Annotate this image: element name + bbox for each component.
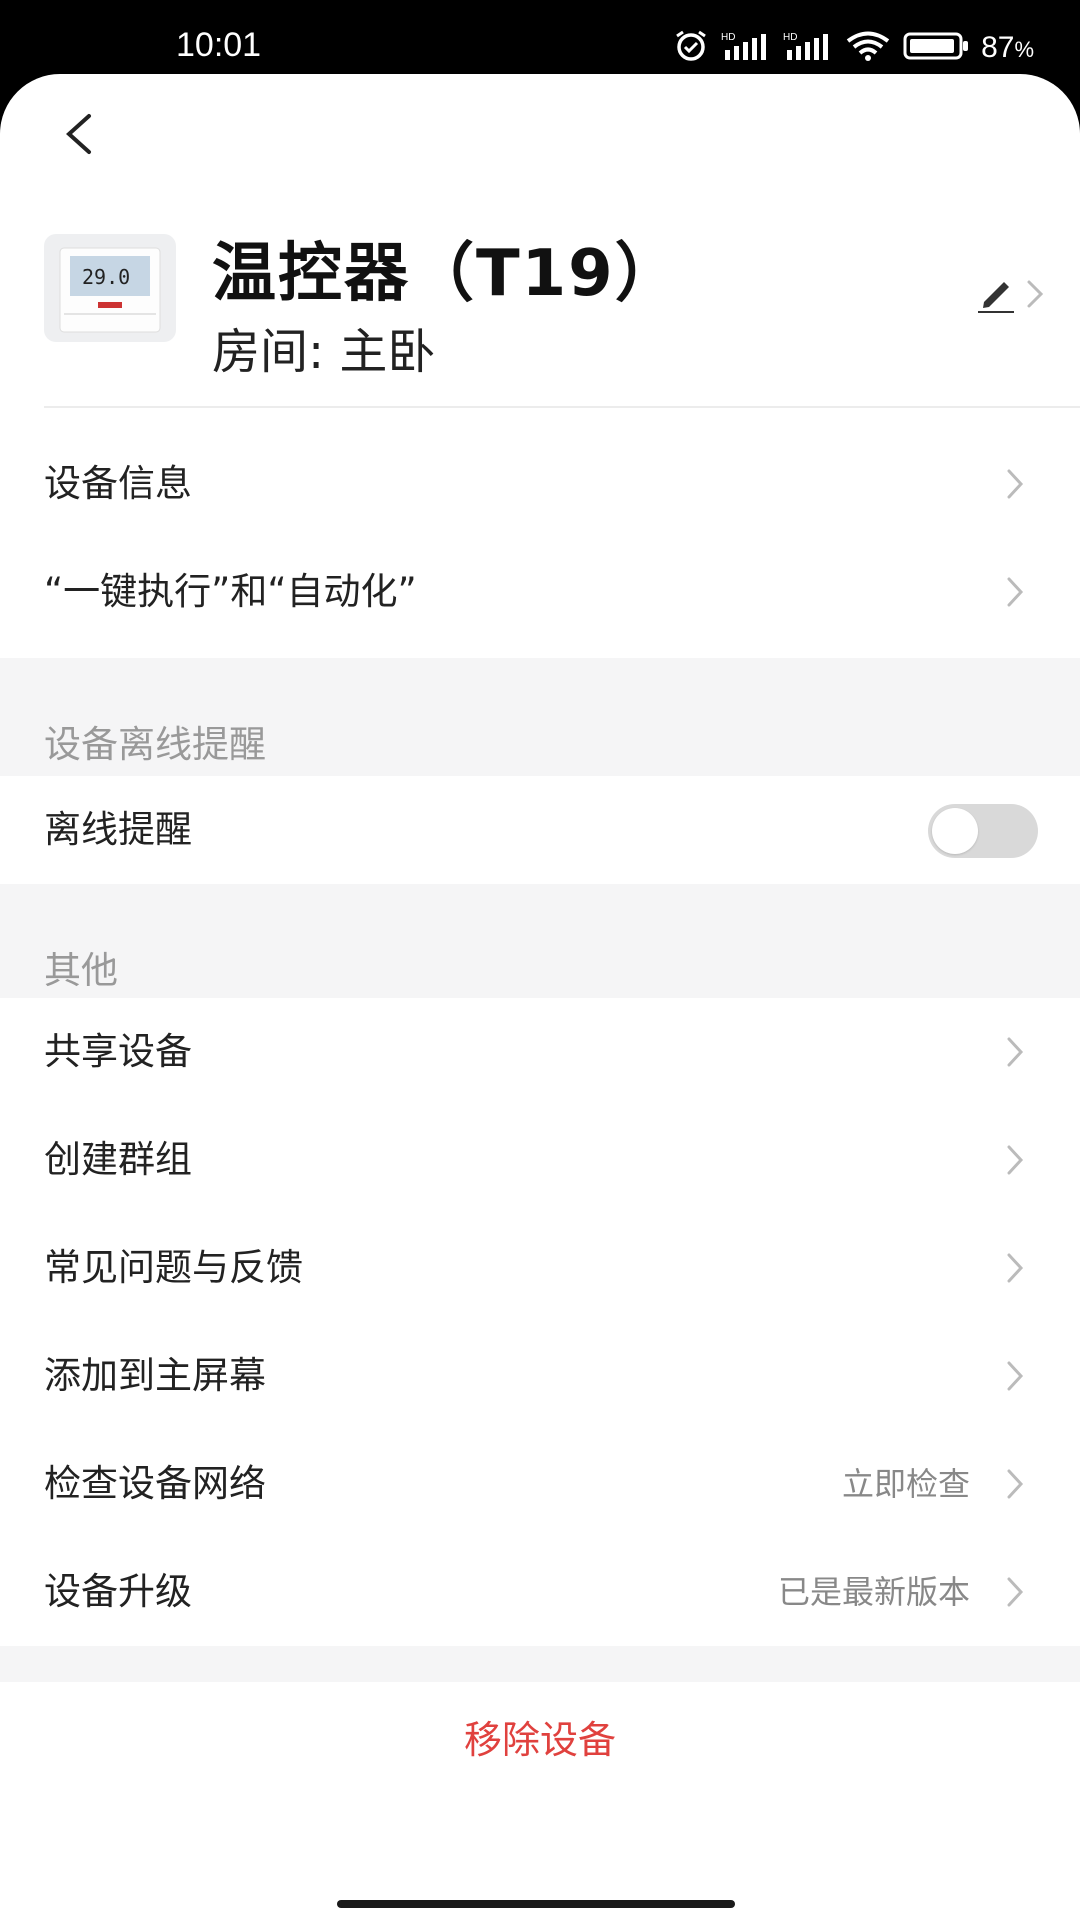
row-check-network[interactable]: 检查设备网络 立即检查	[0, 1430, 1080, 1538]
device-thumbnail: 29.0	[44, 234, 176, 342]
row-label: 设备升级	[44, 1570, 192, 1613]
edit-device-button[interactable]	[976, 274, 1044, 318]
section-title: 其他	[44, 949, 118, 992]
chevron-right-icon	[1006, 1576, 1024, 1612]
row-value: 已是最新版本	[777, 1573, 970, 1611]
battery-percent: 87%	[981, 31, 1034, 64]
row-label: 添加到主屏幕	[44, 1354, 266, 1397]
row-create-group[interactable]: 创建群组	[0, 1106, 1080, 1214]
chevron-right-icon	[1006, 1252, 1024, 1288]
row-label: 设备信息	[44, 462, 192, 505]
section-title: 设备离线提醒	[44, 723, 266, 766]
section-offline-header: 设备离线提醒	[0, 658, 1080, 776]
home-indicator[interactable]	[337, 1900, 735, 1908]
row-label: “一键执行”和“自动化”	[44, 570, 417, 613]
row-firmware-upgrade[interactable]: 设备升级 已是最新版本	[0, 1538, 1080, 1646]
battery-icon	[903, 31, 969, 65]
svg-text:HD: HD	[783, 32, 797, 43]
chevron-right-icon	[1026, 279, 1044, 313]
section-other-header: 其他	[0, 884, 1080, 998]
remove-device-button[interactable]: 移除设备	[0, 1690, 1080, 1790]
divider	[44, 406, 1080, 408]
chevron-right-icon	[1006, 1468, 1024, 1504]
svg-text:HD: HD	[721, 32, 735, 43]
chevron-right-icon	[1006, 576, 1024, 612]
section-gap	[0, 1646, 1080, 1682]
row-add-to-home[interactable]: 添加到主屏幕	[0, 1322, 1080, 1430]
row-label: 创建群组	[44, 1138, 192, 1181]
device-name: 温控器（T19）	[212, 237, 681, 311]
status-icons: HD HD 87%	[673, 30, 1034, 66]
chevron-left-icon	[63, 112, 93, 160]
row-device-info[interactable]: 设备信息	[0, 430, 1080, 538]
row-label: 离线提醒	[44, 808, 192, 851]
row-scene-automation[interactable]: “一键执行”和“自动化”	[0, 538, 1080, 646]
cell-signal-icon: HD	[783, 30, 833, 66]
pencil-icon	[976, 274, 1016, 318]
chevron-right-icon	[1006, 1036, 1024, 1072]
back-button[interactable]	[48, 96, 108, 176]
row-faq-feedback[interactable]: 常见问题与反馈	[0, 1214, 1080, 1322]
wifi-icon	[845, 30, 891, 66]
chevron-right-icon	[1006, 468, 1024, 504]
offline-alert-toggle[interactable]	[928, 804, 1038, 858]
row-label: 常见问题与反馈	[44, 1246, 303, 1289]
row-label: 检查设备网络	[44, 1462, 266, 1505]
toggle-knob	[932, 808, 978, 854]
chevron-right-icon	[1006, 1144, 1024, 1180]
row-offline-alert: 离线提醒	[0, 776, 1080, 884]
row-share-device[interactable]: 共享设备	[0, 998, 1080, 1106]
cell-signal-icon: HD	[721, 30, 771, 66]
device-settings-screen: 29.0 温控器（T19） 房间: 主卧 设备信息 “一键执行”和“自动化” 设…	[0, 74, 1080, 1920]
row-value: 立即检查	[841, 1465, 970, 1503]
svg-text:29.0: 29.0	[82, 265, 130, 289]
device-header[interactable]: 29.0 温控器（T19） 房间: 主卧	[0, 222, 1080, 402]
device-room: 房间: 主卧	[212, 324, 436, 380]
chevron-right-icon	[1006, 1360, 1024, 1396]
status-time: 10:01	[176, 26, 262, 64]
alarm-icon	[673, 30, 709, 66]
row-label: 共享设备	[44, 1030, 192, 1073]
